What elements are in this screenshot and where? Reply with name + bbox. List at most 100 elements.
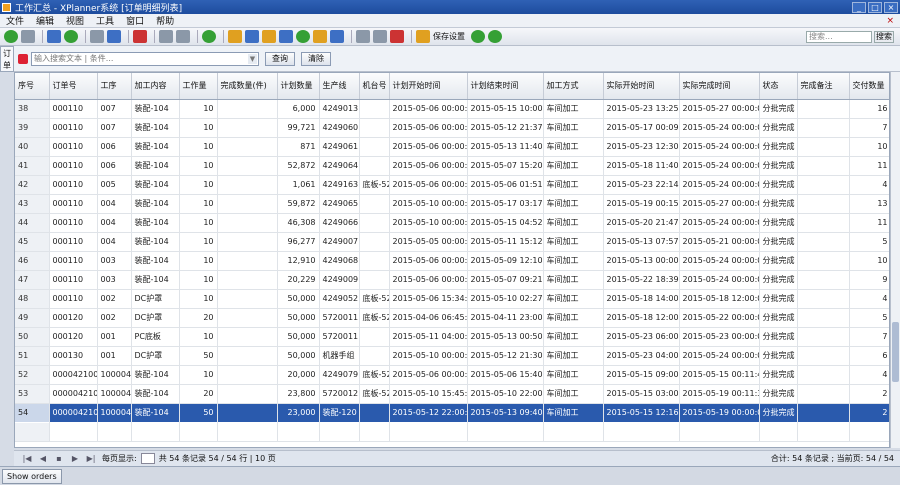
table-cell[interactable]: 底板-520 [359, 365, 390, 385]
table-cell[interactable]: 000130 [49, 346, 98, 366]
column-header[interactable]: 序号 [15, 73, 50, 100]
table-cell[interactable]: 分批完成 [759, 99, 798, 119]
table-cell[interactable]: 2015-05-06 01:51:51 [467, 175, 544, 195]
table-cell[interactable]: 车间加工 [543, 175, 604, 195]
table-cell[interactable]: 000110 [49, 270, 98, 290]
table-cell[interactable]: 装配-104 [131, 156, 180, 176]
table-cell[interactable]: 2015-05-06 00:00:00 [389, 251, 468, 271]
table-cell[interactable]: 50,000 [277, 308, 320, 328]
table-cell[interactable] [131, 422, 180, 442]
table-cell[interactable]: 10 [179, 118, 218, 138]
table-cell[interactable]: 46,308 [277, 213, 320, 233]
table-cell[interactable]: 4249013 [319, 99, 360, 119]
table-cell[interactable]: 分批完成 [759, 308, 798, 328]
table-cell[interactable]: 23,000 [277, 403, 320, 423]
table-cell[interactable]: 4249163 [319, 175, 360, 195]
table-cell[interactable]: 装配-104 [131, 137, 180, 157]
table-cell[interactable] [797, 232, 850, 252]
first-page-icon[interactable]: |◀ [22, 454, 32, 464]
table-cell[interactable]: 10 [179, 270, 218, 290]
menu-file[interactable]: 文件 [0, 14, 30, 27]
query-button[interactable]: 查询 [265, 51, 295, 66]
table-cell[interactable]: 底板-520 [359, 308, 390, 328]
table-cell[interactable] [797, 213, 850, 233]
table-row[interactable]: 41 000110 006 装配-104 10 52,872 4249064 2015-05-… [15, 156, 889, 176]
help-icon[interactable] [488, 30, 502, 43]
table-cell[interactable]: 2015-05-13 11:40:01 [467, 137, 544, 157]
table-cell[interactable]: DC护罩 [131, 308, 180, 328]
table-cell[interactable]: 12,910 [277, 251, 320, 271]
table-cell[interactable] [217, 213, 278, 233]
table-cell[interactable]: 车间加工 [543, 251, 604, 271]
row-number[interactable]: 40 [15, 137, 50, 157]
row-number[interactable]: 45 [15, 232, 50, 252]
page-icon[interactable]: ▪ [54, 454, 64, 464]
table-cell[interactable]: 2015-05-07 15:20:30 [467, 156, 544, 176]
column-header[interactable]: 订单号 [49, 73, 98, 100]
table-cell[interactable]: 000110 [49, 156, 98, 176]
table-cell[interactable]: 4249068 [319, 251, 360, 271]
table-cell[interactable] [797, 99, 850, 119]
column-header[interactable]: 状态 [759, 73, 798, 100]
menu-tools[interactable]: 工具 [90, 14, 120, 27]
table-cell[interactable]: 7 [849, 118, 889, 138]
table-cell[interactable]: 2015-05-12 22:00:00 [389, 403, 468, 423]
table-cell[interactable]: 车间加工 [543, 137, 604, 157]
add-icon[interactable] [64, 30, 78, 43]
table-cell[interactable] [217, 346, 278, 366]
table-cell[interactable]: 6,000 [277, 99, 320, 119]
export-icon[interactable] [296, 30, 310, 43]
dropdown-icon[interactable]: ▼ [248, 53, 257, 64]
table-cell[interactable]: 2015-05-19 00:00:00 [679, 403, 760, 423]
table-cell[interactable] [797, 365, 850, 385]
table-cell[interactable]: 2015-05-24 00:00:01 [679, 270, 760, 290]
table-cell[interactable]: 20 [179, 384, 218, 404]
table-cell[interactable] [217, 308, 278, 328]
table-cell[interactable] [359, 137, 390, 157]
table-cell[interactable]: 10 [849, 251, 889, 271]
row-number[interactable]: 46 [15, 251, 50, 271]
user-icon[interactable] [313, 30, 327, 43]
table-cell[interactable] [359, 232, 390, 252]
table-cell[interactable] [797, 422, 850, 442]
menu-view[interactable]: 视图 [60, 14, 90, 27]
table-cell[interactable]: 车间加工 [543, 270, 604, 290]
chart-icon[interactable] [279, 30, 293, 43]
save-settings-label[interactable]: 保存设置 [433, 31, 465, 42]
table-cell[interactable]: 10 [179, 327, 218, 347]
table-cell[interactable]: 000110 [49, 251, 98, 271]
table-row[interactable]: 42000110005装配-104101,0614249163底板-520201… [15, 175, 889, 195]
close-button[interactable]: × [884, 1, 898, 13]
table-cell[interactable] [359, 327, 390, 347]
table-cell[interactable] [797, 156, 850, 176]
table-row[interactable]: 40 000110 006 装配-104 10 871 4249061 2015-05-06 … [15, 137, 889, 157]
table-cell[interactable]: 005 [97, 175, 132, 195]
table-cell[interactable]: 分批完成 [759, 270, 798, 290]
table-cell[interactable]: 10 [849, 137, 889, 157]
table-cell[interactable] [797, 308, 850, 328]
table-cell[interactable]: 000120 [49, 327, 98, 347]
table-cell[interactable] [359, 118, 390, 138]
table-cell[interactable]: 车间加工 [543, 403, 604, 423]
filter-icon[interactable] [245, 30, 259, 43]
toolbar-search-input[interactable]: 搜索... [806, 30, 872, 43]
table-cell[interactable]: 2015-05-19 00:15:34 [603, 194, 680, 214]
table-cell[interactable]: 50,000 [277, 346, 320, 366]
table-cell[interactable] [217, 289, 278, 309]
table-cell[interactable]: 装配-104 [131, 175, 180, 195]
table-cell[interactable]: 2015-05-06 00:00:00 [389, 156, 468, 176]
table-cell[interactable] [179, 422, 218, 442]
table-cell[interactable]: 2015-05-24 00:00:04 [679, 156, 760, 176]
table-cell[interactable]: 2015-05-23 13:25:50 [603, 99, 680, 119]
table-cell[interactable]: 分批完成 [759, 156, 798, 176]
column-header[interactable]: 工作量 [179, 73, 218, 100]
table-cell[interactable]: 底板-520 [359, 289, 390, 309]
table-cell[interactable]: 2015-05-06 00:00:00 [389, 99, 468, 119]
ok-icon[interactable] [471, 30, 485, 43]
column-header[interactable]: 实际开始时间 [603, 73, 680, 100]
table-cell[interactable]: 分批完成 [759, 346, 798, 366]
table-cell[interactable]: 车间加工 [543, 156, 604, 176]
table-cell[interactable] [797, 137, 850, 157]
table-row[interactable]: 45 000110 004 装配-104 10 96,277 4249007 2015-05-… [15, 232, 889, 252]
table-cell[interactable]: 装配-104 [131, 270, 180, 290]
